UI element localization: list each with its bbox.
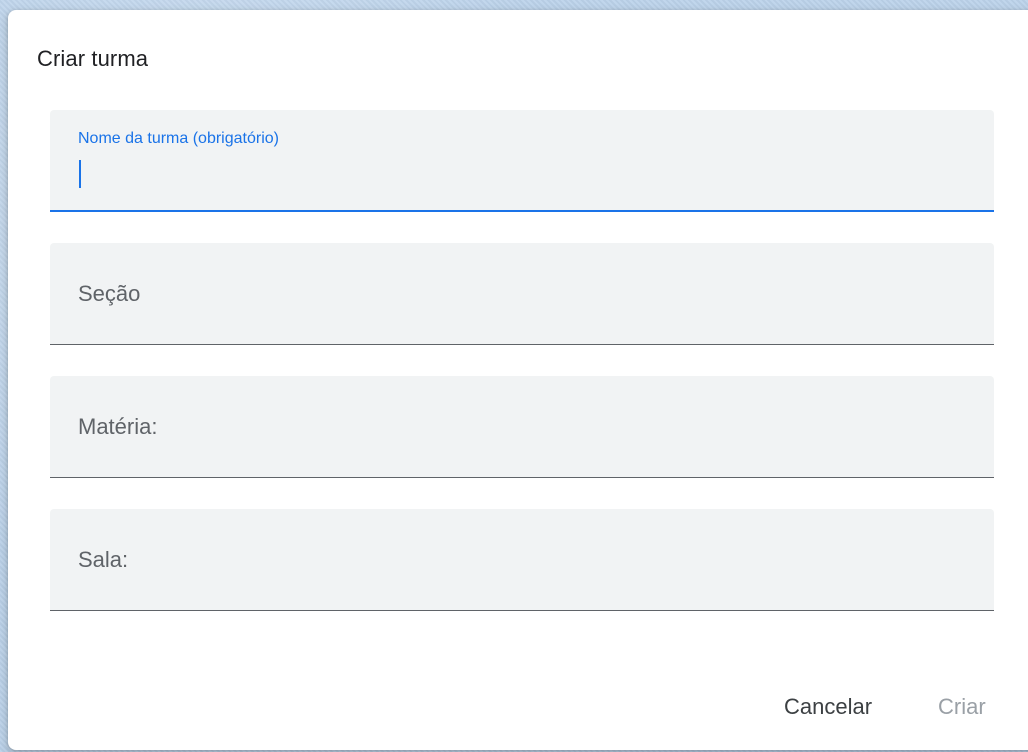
cancel-button[interactable]: Cancelar [784,687,872,727]
create-class-dialog: Criar turma Nome da turma (obrigatório) … [8,10,1028,750]
section-field[interactable]: Seção [50,243,994,345]
class-name-input[interactable] [78,158,974,190]
dialog-title: Criar turma [37,46,149,71]
class-name-field[interactable]: Nome da turma (obrigatório) [50,110,994,212]
subject-field[interactable]: Matéria: [50,376,994,478]
section-label: Seção [78,280,141,306]
create-button[interactable]: Criar [938,687,986,727]
subject-label: Matéria: [78,413,158,439]
room-label: Sala: [78,546,129,572]
text-cursor [79,160,81,188]
class-name-label: Nome da turma (obrigatório) [78,130,279,147]
room-field[interactable]: Sala: [50,509,994,611]
